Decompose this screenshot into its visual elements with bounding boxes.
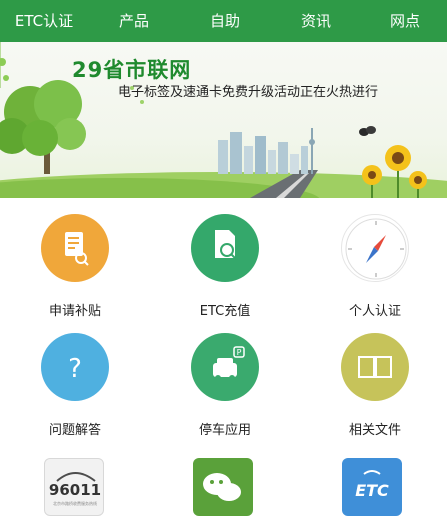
tree-illustration [0,80,86,174]
tile-label: ETC充值 [199,304,251,319]
nav-item-news[interactable]: 资讯 [276,0,356,42]
nav-item-etc-auth[interactable]: ETC认证 [4,0,84,42]
etc-app-icon[interactable]: ETC [342,458,402,516]
svg-text:?: ? [68,354,82,384]
hotline-96011-icon[interactable]: 96011 北京市路桥收费服务热线 [44,458,104,516]
tile-parking[interactable]: P 停车应用 [170,333,280,439]
tile-apply-subsidy[interactable]: 申请补贴 [20,214,130,320]
tile-label: 申请补贴 [48,304,101,319]
tile-label: 个人认证 [348,304,401,319]
tile-label: 问题解答 [48,423,101,438]
compass-icon [341,214,409,282]
banner-subtitle: 电子标签及速通卡免费升级活动正在火热进行 [118,85,379,100]
nav-item-self-service[interactable]: 自助 [185,0,265,42]
tile-related-docs[interactable]: 相关文件 [320,333,430,439]
question-icon: ? [41,333,109,401]
etc-badge-text: ETC [355,481,389,500]
tile-etc-recharge[interactable]: ETC充值 [170,214,280,320]
tile-label: 相关文件 [348,423,401,438]
banner-illustration [0,42,447,198]
tile-label: 停车应用 [198,423,251,438]
banner-title: 29省市联网 [72,58,192,82]
parking-car-icon: P [191,333,259,401]
top-nav-bar: ETC认证 产品 自助 资讯 网点 [0,0,447,42]
hotline-caption: 北京市路桥收费服务热线 [53,500,97,506]
svg-text:P: P [237,348,242,357]
promo-banner[interactable]: 29省市联网 电子标签及速通卡免费升级活动正在火热进行 [0,42,447,198]
city-skyline [218,128,315,174]
document-magnifier-icon [191,214,259,282]
butterfly-icon [359,126,376,136]
wechat-icon[interactable] [193,458,253,516]
hotline-number: 96011 [49,481,101,499]
tile-faq[interactable]: ? 问题解答 [20,333,130,439]
book-icon [341,333,409,401]
document-search-icon [41,214,109,282]
tile-personal-auth[interactable]: 个人认证 [320,214,430,320]
nav-item-outlets[interactable]: 网点 [365,0,445,42]
nav-item-products[interactable]: 产品 [94,0,174,42]
